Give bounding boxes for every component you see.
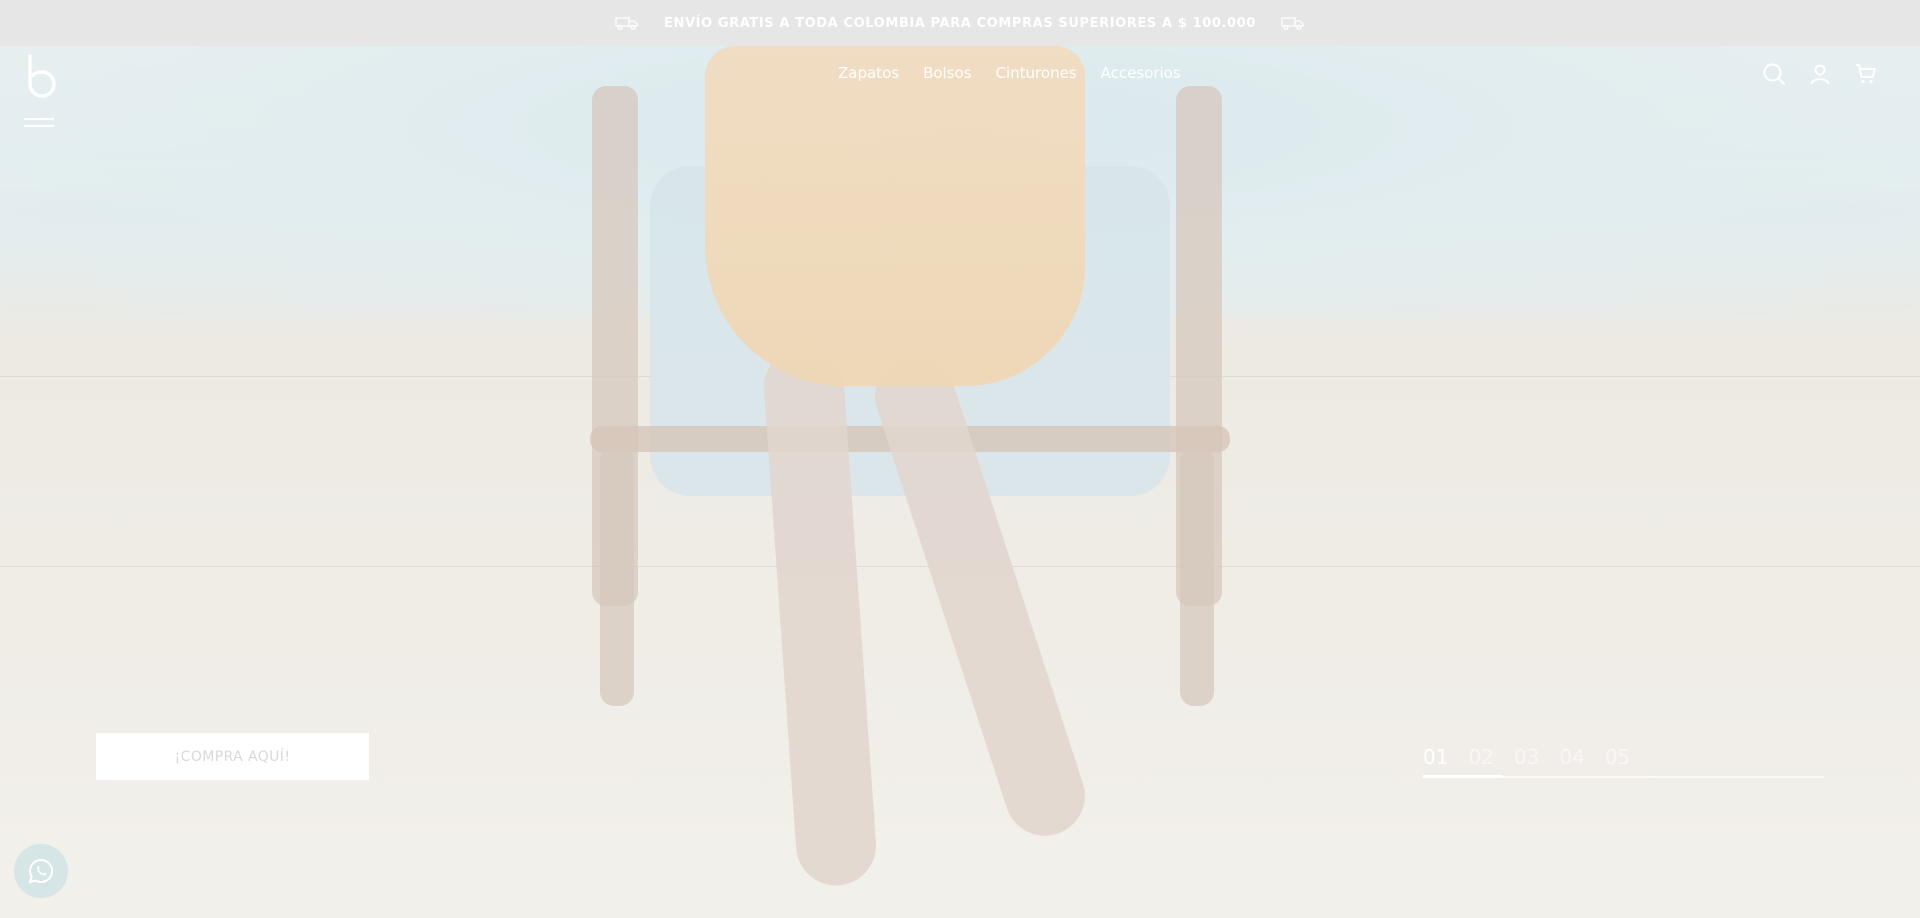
truck-icon <box>615 17 638 30</box>
search-icon[interactable] <box>1762 62 1786 86</box>
header-actions <box>1762 62 1878 86</box>
nav-item-cinturones[interactable]: Cinturones <box>996 64 1077 82</box>
nav-item-bolsos[interactable]: Bolsos <box>923 64 971 82</box>
slider-pagination: 01 02 03 04 05 <box>1423 745 1824 779</box>
menu-line <box>24 118 54 120</box>
truck-icon <box>1281 17 1304 30</box>
slide-numbers: 01 02 03 04 05 <box>1423 745 1824 769</box>
nav-item-accesorios[interactable]: Accesorios <box>1101 64 1181 82</box>
announcement-text: ENVÍO GRATIS A TODA COLOMBIA PARA COMPRA… <box>664 15 1256 31</box>
hamburger-menu-icon[interactable] <box>24 118 54 134</box>
hero-chair-leg <box>600 446 634 706</box>
main-nav: Zapatos Bolsos Cinturones Accesorios <box>838 64 1181 82</box>
nav-item-zapatos[interactable]: Zapatos <box>838 64 899 82</box>
slide-number[interactable]: 05 <box>1605 745 1630 769</box>
menu-line <box>24 125 54 127</box>
slider-progress-fill <box>1423 775 1504 778</box>
shop-now-button[interactable]: ¡COMPRA AQUÍ! <box>96 733 369 780</box>
hero-model-dress <box>705 46 1085 386</box>
user-icon[interactable] <box>1808 62 1832 86</box>
hero-banner[interactable] <box>0 46 1920 918</box>
cart-icon[interactable] <box>1854 62 1878 86</box>
whatsapp-icon <box>28 858 53 884</box>
hero-chair-leg <box>1180 446 1214 706</box>
b-logo-icon[interactable] <box>26 54 58 100</box>
slide-number[interactable]: 03 <box>1514 745 1539 769</box>
announcement-bar: ENVÍO GRATIS A TODA COLOMBIA PARA COMPRA… <box>0 0 1920 46</box>
slide-number[interactable]: 04 <box>1559 745 1584 769</box>
slide-number[interactable]: 02 <box>1468 745 1493 769</box>
slide-number[interactable]: 01 <box>1423 745 1448 769</box>
whatsapp-button[interactable] <box>14 844 68 898</box>
